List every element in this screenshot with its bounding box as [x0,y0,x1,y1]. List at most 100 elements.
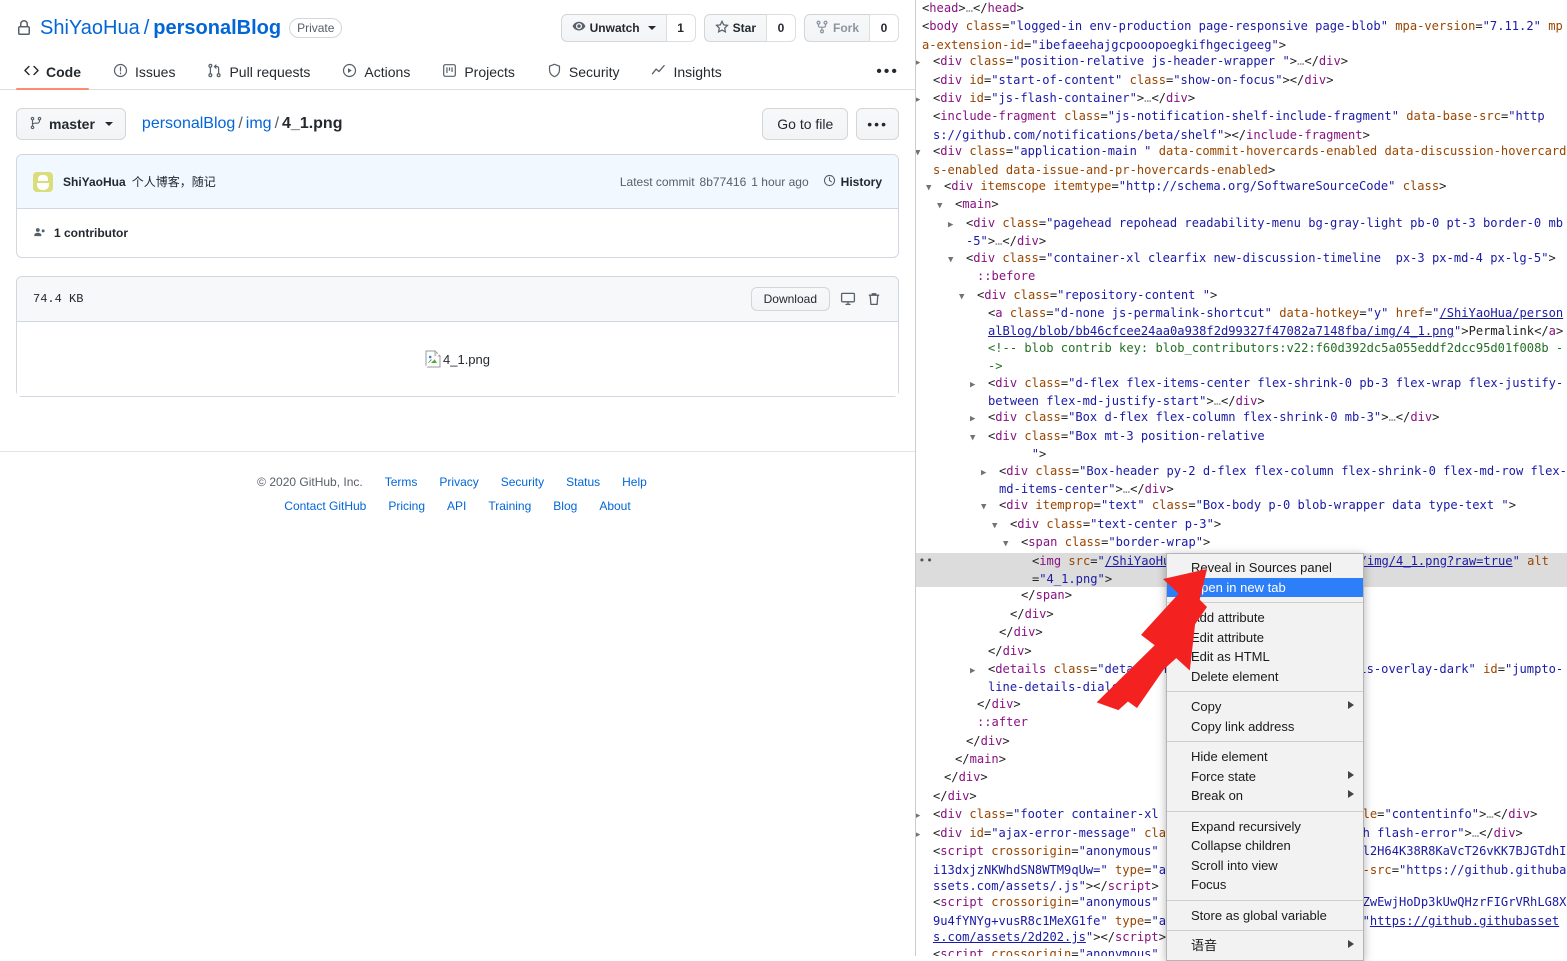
chevron-down-icon[interactable]: ▼ [1003,536,1021,552]
menu-item-store-as-global-variable[interactable]: Store as global variable [1167,906,1363,926]
chevron-right-icon[interactable]: ▶ [970,377,988,393]
menu-item-reveal-in-sources-panel[interactable]: Reveal in Sources panel [1167,558,1363,578]
footer-link-about[interactable]: About [599,499,630,513]
avatar[interactable] [33,171,53,192]
breadcrumb-dir[interactable]: img [246,115,272,132]
nav-more-button[interactable]: ••• [876,63,899,89]
chevron-down-icon[interactable]: ▼ [992,518,1010,534]
device-desktop-icon[interactable] [840,291,856,307]
chevron-right-icon[interactable]: ▶ [916,2,922,18]
chevron-down-icon[interactable]: ▼ [937,198,955,214]
footer-link-contact[interactable]: Contact GitHub [284,499,366,513]
star-button[interactable]: Star [703,14,766,42]
menu-item-[interactable]: 语音 [1167,936,1363,956]
repo-owner-link[interactable]: ShiYaoHua [40,17,140,40]
dom-node[interactable]: ▶ <div class="position-relative js-header… [916,53,1567,71]
footer-link-training[interactable]: Training [488,499,531,513]
file-nav-more-button[interactable]: ••• [856,108,899,140]
chevron-down-icon[interactable]: ▼ [916,20,922,36]
repo-name-link[interactable]: personalBlog [153,17,281,40]
chevron-down-icon[interactable]: ▼ [959,289,977,305]
star-count[interactable]: 0 [765,14,796,42]
breadcrumb-repo[interactable]: personalBlog [142,115,235,132]
trash-icon[interactable] [866,291,882,307]
footer-link-api[interactable]: API [447,499,466,513]
menu-item-break-on[interactable]: Break on [1167,786,1363,806]
menu-item-expand-recursively[interactable]: Expand recursively [1167,817,1363,837]
dom-node[interactable]: ▶ <div class="Box d-flex flex-column flex… [916,409,1567,427]
dom-node[interactable]: ▼ <div class="container-xl clearfix new-d… [916,250,1567,268]
menu-item-add-attribute[interactable]: Add attribute [1167,608,1363,628]
footer-link-security[interactable]: Security [501,475,544,489]
tab-code[interactable]: Code [16,63,89,90]
go-to-file-button[interactable]: Go to file [762,108,849,140]
dom-node[interactable]: ▼ <main> [916,196,1567,214]
chevron-right-icon[interactable]: ▶ [916,808,933,824]
fork-button-group[interactable]: Fork 0 [803,14,899,42]
chevron-right-icon[interactable]: ▶ [970,411,988,427]
dom-node[interactable]: ▶<head>…</head> [916,0,1567,18]
dom-node[interactable]: <a class="d-none js-permalink-shortcut" … [916,305,1567,340]
dom-node[interactable]: ::before [916,268,1567,286]
chevron-down-icon[interactable]: ▼ [926,180,944,196]
commit-author[interactable]: ShiYaoHua [63,175,126,189]
dom-node[interactable]: <include-fragment class="js-notification… [916,108,1567,143]
devtools-context-menu[interactable]: Reveal in Sources panel Open in new tab Ad… [1166,553,1364,961]
chevron-right-icon[interactable]: ▶ [916,55,933,71]
tab-issues[interactable]: Issues [105,63,183,89]
fork-button[interactable]: Fork [803,14,869,42]
menu-item-force-state[interactable]: Force state [1167,767,1363,787]
tab-pull-requests[interactable]: Pull requests [199,63,318,89]
dom-node[interactable]: ▼ <div class="text-center p-3"> [916,516,1567,534]
download-button[interactable]: Download [750,287,830,311]
dom-node[interactable]: <div id="start-of-content" class="show-o… [916,72,1567,90]
dom-node[interactable]: ▼ <div class="Box mt-3 position-relative … [916,428,1567,463]
chevron-down-icon[interactable]: ▼ [981,499,999,515]
dom-node[interactable]: ▼<body class="logged-in env-production p… [916,18,1567,53]
menu-item-collapse-children[interactable]: Collapse children [1167,836,1363,856]
chevron-right-icon[interactable]: ▶ [981,465,999,481]
footer-link-terms[interactable]: Terms [385,475,418,489]
unwatch-button[interactable]: Unwatch [560,14,666,42]
menu-item-copy[interactable]: Copy [1167,697,1363,717]
chevron-down-icon[interactable]: ▼ [916,145,933,161]
star-button-group[interactable]: Star 0 [703,14,796,42]
contributors-row[interactable]: 1 contributor [17,209,898,257]
dom-node[interactable]: ▼ <div itemscope itemtype="http://schema.… [916,178,1567,196]
menu-item-focus[interactable]: Focus [1167,875,1363,895]
dom-node[interactable]: ▼ <div class="repository-content "> [916,287,1567,305]
dom-node[interactable]: ▶ <div class="d-flex flex-items-center fl… [916,375,1567,410]
watch-button-group[interactable]: Unwatch 1 [560,14,696,42]
chevron-right-icon[interactable]: ▶ [948,217,966,233]
chevron-right-icon[interactable]: ▶ [916,92,933,108]
history-button[interactable]: History [823,174,882,190]
menu-item-scroll-into-view[interactable]: Scroll into view [1167,856,1363,876]
menu-item-hide-element[interactable]: Hide element [1167,747,1363,767]
chevron-down-icon[interactable]: ▼ [970,430,988,446]
dom-node[interactable]: ▼ <div itemprop="text" class="Box-body p-… [916,497,1567,515]
dom-node[interactable]: ▶ <div id="js-flash-container">…</div> [916,90,1567,108]
tab-projects[interactable]: Projects [434,63,523,89]
chevron-down-icon[interactable]: ▼ [948,252,966,268]
footer-link-blog[interactable]: Blog [553,499,577,513]
footer-link-status[interactable]: Status [566,475,600,489]
tab-security[interactable]: Security [539,63,628,89]
menu-item-edit-attribute[interactable]: Edit attribute [1167,628,1363,648]
dom-node[interactable]: <!-- blob contrib key: blob_contributors… [916,340,1567,375]
commit-sha[interactable]: 8b77416 [700,175,747,189]
chevron-right-icon[interactable]: ▶ [970,663,988,679]
dom-node[interactable]: ▶ <div class="pagehead repohead readabili… [916,215,1567,250]
menu-item-edit-as-html[interactable]: Edit as HTML [1167,647,1363,667]
fork-count[interactable]: 0 [869,14,899,42]
branch-selector-button[interactable]: master [16,108,126,140]
menu-item-copy-link-address[interactable]: Copy link address [1167,717,1363,737]
dom-node[interactable]: ▶ <div class="Box-header py-2 d-flex flex… [916,463,1567,498]
tab-actions[interactable]: Actions [334,63,418,89]
commit-message[interactable]: 个人博客，随记 [132,173,216,190]
menu-item-open-in-new-tab[interactable]: Open in new tab [1167,577,1363,597]
dom-node[interactable]: ▼ <div class="application-main " data-com… [916,143,1567,178]
menu-item-delete-element[interactable]: Delete element [1167,667,1363,687]
tab-insights[interactable]: Insights [643,63,729,89]
dom-node[interactable]: ▼ <span class="border-wrap"> [916,534,1567,552]
footer-link-privacy[interactable]: Privacy [439,475,478,489]
